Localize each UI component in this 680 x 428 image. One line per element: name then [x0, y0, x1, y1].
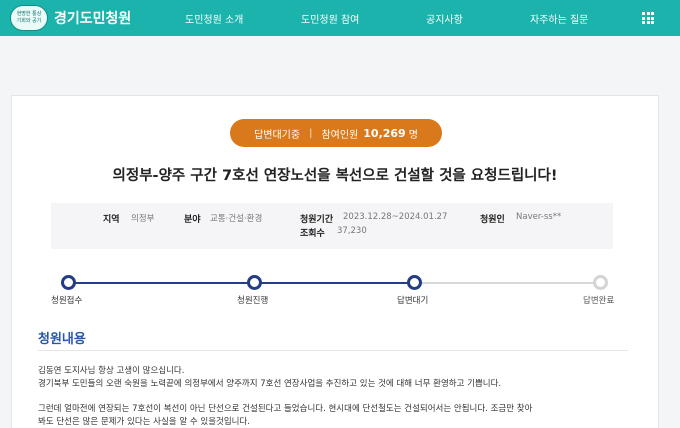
step-dot-in-progress: [247, 275, 262, 290]
step-label-received: 청원접수: [51, 296, 83, 306]
petitioner-value: Naver-ss**: [516, 212, 562, 222]
field-label: 분야: [184, 215, 201, 225]
views-label: 조회수: [300, 229, 325, 239]
nav-item-participate[interactable]: 도민청원 참여: [301, 11, 359, 26]
grid-menu-icon[interactable]: [642, 12, 654, 24]
site-title: 경기도민청원: [54, 11, 132, 27]
step-label-in-progress: 청원진행: [237, 296, 269, 306]
top-nav-bar: 현명한 통상 기회와 공기 경기도민청원 도민청원 소개 도민청원 참여 공지사…: [0, 0, 680, 36]
status-divider: |: [309, 127, 313, 139]
petition-card: 답변대기중 | 참여인원 10,269 명 의정부-양주 구간 7호선 연장노선…: [11, 95, 659, 428]
content-line: 봐도 단선은 많은 문제가 있다는 사실을 알 수 있을것입니다.: [38, 417, 250, 427]
logo-badge-line1: 현명한 통상: [16, 11, 42, 17]
petition-title: 의정부-양주 구간 7호선 연장노선을 복선으로 건설할 것을 요청드립니다!: [112, 168, 558, 184]
participants-count: 10,269: [363, 126, 406, 140]
step-label-awaiting: 답변대기: [397, 296, 429, 306]
region-value: 의정부: [131, 214, 155, 224]
status-badge: 답변대기중 | 참여인원 10,269 명: [230, 119, 442, 147]
progress-track-remaining: [415, 282, 601, 284]
nav-item-notice[interactable]: 공지사항: [426, 11, 463, 26]
content-line: 그런데 얼마전에 연장되는 7호선이 복선이 아닌 단선으로 건설된다고 들었습…: [38, 404, 533, 414]
period-value: 2023.12.28~2024.01.27: [343, 212, 448, 222]
section-divider: [38, 350, 628, 351]
logo-badge-line2: 기회와 공기: [16, 18, 42, 24]
status-text: 답변대기중: [254, 129, 301, 141]
step-label-answered: 답변완료: [583, 296, 615, 306]
step-dot-received: [61, 275, 76, 290]
petition-info-box: 지역 의정부 분야 교통·건설·환경 청원기간 2023.12.28~2024.…: [51, 203, 613, 249]
participants-unit: 명: [408, 129, 418, 141]
period-label: 청원기간: [300, 215, 334, 225]
content-line: 경기북부 도민들의 오랜 숙원을 노력끝에 의정부에서 양주까지 7호선 연장사…: [38, 379, 502, 389]
field-value: 교통·건설·환경: [210, 214, 263, 224]
region-label: 지역: [103, 215, 120, 225]
logo-badge-icon: 현명한 통상 기회와 공기: [10, 5, 48, 31]
step-dot-answered: [593, 275, 608, 290]
nav-item-faq[interactable]: 자주하는 질문: [530, 11, 588, 26]
participants-label: 참여인원: [321, 129, 359, 141]
petitioner-label: 청원인: [480, 215, 505, 225]
views-value: 37,230: [337, 226, 367, 236]
content-section-title: 청원내용: [38, 332, 86, 347]
nav-item-intro[interactable]: 도민청원 소개: [185, 11, 243, 26]
content-line: 김동연 도지사님 항상 고생이 많으십니다.: [38, 366, 185, 376]
step-dot-awaiting: [407, 275, 422, 290]
site-logo[interactable]: 현명한 통상 기회와 공기 경기도민청원: [10, 5, 131, 31]
